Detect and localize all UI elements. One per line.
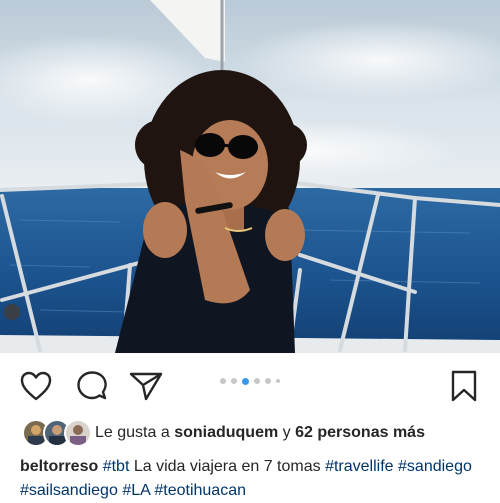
heart-icon[interactable] [18, 368, 54, 404]
carousel-dot [220, 378, 226, 384]
send-icon[interactable] [128, 368, 164, 404]
likes-count[interactable]: 62 personas más [295, 424, 425, 442]
carousel-dot [231, 378, 237, 384]
post-caption: beltorreso #tbt La vida viajera en 7 tom… [20, 455, 490, 503]
hashtag[interactable]: #LA [122, 482, 150, 499]
hashtag[interactable]: #tbt [103, 458, 130, 475]
likes-row[interactable]: Le gusta a soniaduquem y 62 personas más [22, 418, 425, 448]
carousel-indicator [0, 377, 500, 385]
likes-prefix: Le gusta a [95, 424, 170, 441]
comment-icon[interactable] [74, 368, 110, 404]
bookmark-icon[interactable] [446, 368, 482, 404]
sailboat-photo [0, 0, 500, 353]
carousel-dot [254, 378, 260, 384]
likes-connector: y [282, 424, 291, 441]
liker-avatars [22, 419, 92, 447]
carousel-dot [276, 379, 280, 383]
carousel-dot-active [242, 377, 249, 385]
post-photo[interactable] [0, 0, 500, 353]
hashtag[interactable]: #travellife [325, 458, 393, 475]
liker-username[interactable]: soniaduquem [174, 424, 278, 442]
hashtag[interactable]: #sandiego [398, 458, 472, 475]
hashtag[interactable]: #teotihuacan [154, 482, 246, 499]
carousel-dot [265, 378, 271, 384]
caption-text: La vida viajera en 7 tomas [133, 458, 321, 475]
hashtag[interactable]: #sailsandiego [20, 482, 118, 499]
caption-username[interactable]: beltorreso [20, 458, 98, 475]
avatar [64, 419, 92, 447]
